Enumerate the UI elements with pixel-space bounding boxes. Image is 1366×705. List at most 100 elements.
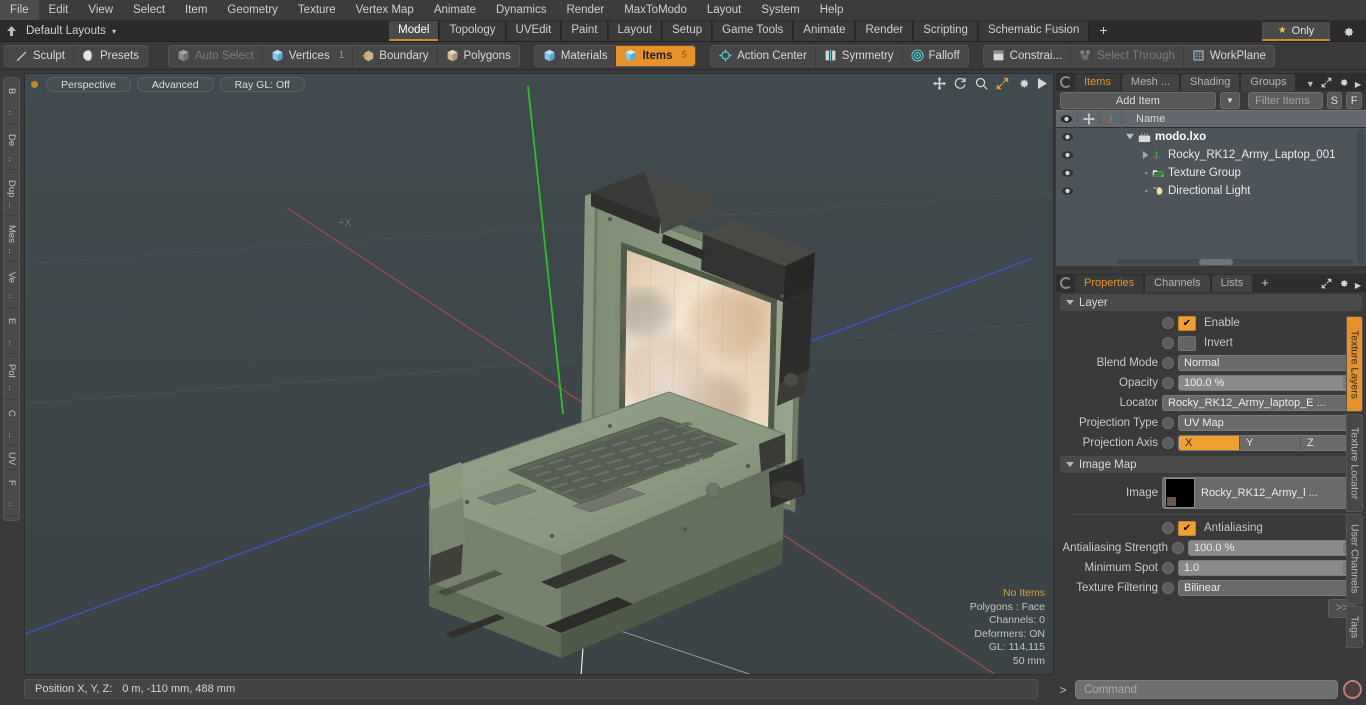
texture-filtering-dropdown[interactable]: Bilinear (1178, 580, 1362, 596)
layout-tab-render[interactable]: Render (855, 21, 914, 41)
pan-icon[interactable] (933, 77, 946, 93)
invert-checkbox[interactable] (1178, 335, 1196, 351)
eye-icon[interactable] (1056, 186, 1078, 196)
gear-icon[interactable] (1017, 77, 1030, 93)
sculpt-button[interactable]: Sculpt (5, 45, 74, 66)
antialiasing-strength-slider[interactable]: 100.0 % ◀▶ (1188, 540, 1362, 556)
tab-items[interactable]: Items (1075, 74, 1120, 91)
filter-items-input[interactable]: Filter Items (1248, 92, 1323, 109)
gear-icon[interactable] (1336, 22, 1360, 41)
menu-vertex-map[interactable]: Vertex Map (346, 0, 424, 20)
play-arrow-icon[interactable]: ▶ (1355, 281, 1361, 290)
expander-icon[interactable] (1122, 151, 1152, 159)
tab-lists[interactable]: Lists (1211, 275, 1253, 292)
left-tab-uv[interactable]: UV (4, 448, 19, 470)
chevron-down-icon[interactable]: ▼ (1306, 79, 1315, 89)
layout-tab-topology[interactable]: Topology (439, 21, 506, 41)
default-layouts-dropdown[interactable]: Default Layouts ▾ (22, 22, 124, 41)
antialiasing-checkbox[interactable]: ✔ (1178, 520, 1196, 536)
eye-icon[interactable] (1056, 150, 1078, 160)
menu-dynamics[interactable]: Dynamics (486, 0, 556, 20)
gear-icon[interactable] (1338, 278, 1349, 292)
presets-button[interactable]: Presets (74, 46, 147, 66)
tab-channels[interactable]: Channels (1145, 275, 1210, 292)
play-arrow-icon[interactable]: ▶ (1355, 80, 1361, 89)
table-row[interactable]: Rocky_RK12_Army_Laptop_001 (1056, 146, 1366, 164)
add-item-button[interactable]: Add Item (1060, 92, 1216, 109)
menu-animate[interactable]: Animate (424, 0, 486, 20)
expand-icon[interactable] (1321, 77, 1332, 91)
add-item-dropdown[interactable]: ▼ (1219, 92, 1241, 109)
left-tab-basic[interactable]: B .. (4, 80, 19, 124)
items-button[interactable]: Items 5 (616, 45, 696, 66)
menu-help[interactable]: Help (810, 0, 854, 20)
enable-checkbox[interactable]: ✔ (1178, 315, 1196, 331)
add-properties-tab-button[interactable]: + (1254, 275, 1276, 292)
tree-item-texture-group[interactable]: Texture Group (1152, 167, 1241, 179)
table-row[interactable]: ▪ Directional Light (1056, 182, 1366, 200)
left-tab-duplicate[interactable]: Dup .. (4, 172, 19, 216)
workplane-button[interactable]: WorkPlane (1184, 46, 1274, 66)
only-toggle-button[interactable]: ★ Only (1262, 22, 1330, 41)
filter-f-button[interactable]: F (1346, 92, 1362, 109)
viewport-menu-dot[interactable] (31, 80, 38, 88)
items-tree-scrollbar-vertical[interactable] (1357, 129, 1365, 265)
left-tab-polygon[interactable]: Pol .. (4, 356, 19, 400)
texture-filtering-anim-dot[interactable] (1162, 582, 1174, 594)
polygons-button[interactable]: Polygons (438, 46, 519, 66)
menu-system[interactable]: System (751, 0, 809, 20)
menu-texture[interactable]: Texture (288, 0, 346, 20)
constraint-button[interactable]: Constrai... (984, 45, 1072, 66)
action-center-button[interactable]: Action Center (711, 45, 816, 66)
left-tab-fusion[interactable]: F .. (4, 472, 19, 516)
left-tab-vertex[interactable]: Ve .. (4, 264, 19, 308)
antialiasing-strength-anim-dot[interactable] (1172, 542, 1184, 554)
layout-tab-game-tools[interactable]: Game Tools (712, 21, 794, 41)
layout-tab-animate[interactable]: Animate (793, 21, 856, 41)
projection-axis-y[interactable]: Y (1240, 436, 1301, 450)
play-arrow-icon[interactable] (1038, 78, 1047, 92)
menu-file[interactable]: File (0, 0, 39, 20)
minimum-spot-slider[interactable]: 1.0 ◀▶ (1178, 560, 1362, 576)
projection-type-anim-dot[interactable] (1162, 417, 1174, 429)
projection-type-dropdown[interactable]: UV Map (1178, 415, 1362, 431)
viewport-shading-dropdown[interactable]: Advanced (136, 76, 214, 92)
tab-shading[interactable]: Shading (1181, 74, 1240, 91)
locator-dropdown[interactable]: Rocky_RK12_Army_laptop_E ... (1162, 395, 1362, 411)
antialiasing-anim-dot[interactable] (1162, 522, 1174, 534)
expand-icon[interactable] (1321, 278, 1332, 292)
zoom-icon[interactable] (975, 77, 988, 93)
table-row[interactable]: ▪ Texture Group (1056, 164, 1366, 182)
boundary-button[interactable]: Boundary (353, 45, 438, 66)
materials-button[interactable]: Materials (535, 45, 617, 66)
projection-axis-x[interactable]: X (1179, 436, 1240, 450)
rotate-icon[interactable] (954, 77, 967, 93)
eye-icon[interactable] (1056, 168, 1078, 178)
axis-icon[interactable] (1100, 110, 1122, 128)
menu-item[interactable]: Item (175, 0, 217, 20)
panel-menu-icon[interactable] (1060, 277, 1072, 289)
tree-item-scene[interactable]: modo.lxo (1138, 131, 1206, 143)
layout-tab-schematic-fusion[interactable]: Schematic Fusion (977, 21, 1090, 41)
viewport-raygl-toggle[interactable]: Ray GL: Off (219, 76, 305, 92)
menu-view[interactable]: View (78, 0, 123, 20)
menu-select[interactable]: Select (123, 0, 175, 20)
opacity-anim-dot[interactable] (1162, 377, 1174, 389)
minimum-spot-anim-dot[interactable] (1162, 562, 1174, 574)
layout-tab-setup[interactable]: Setup (662, 21, 713, 41)
eye-icon[interactable] (1056, 132, 1078, 142)
blend-mode-anim-dot[interactable] (1162, 357, 1174, 369)
maximize-icon[interactable] (996, 77, 1009, 93)
left-tab-edge[interactable]: E .. (4, 310, 19, 354)
viewport-3d[interactable]: +X Y X Z Perspective Advanced Ray GL: Of… (24, 73, 1054, 675)
right-tab-user-channels[interactable]: User Channels (1346, 514, 1363, 604)
vertices-button[interactable]: Vertices 1 (263, 45, 354, 66)
section-image-map-header[interactable]: Image Map (1060, 456, 1362, 473)
layout-tab-uvedit[interactable]: UVEdit (505, 21, 562, 41)
right-tab-texture-locator[interactable]: Texture Locator (1346, 414, 1363, 512)
section-layer-header[interactable]: Layer (1060, 294, 1362, 311)
left-tab-deform[interactable]: De .. (4, 126, 19, 170)
menu-layout[interactable]: Layout (697, 0, 752, 20)
layout-tab-paint[interactable]: Paint (561, 21, 608, 41)
layout-tab-scripting[interactable]: Scripting (913, 21, 978, 41)
